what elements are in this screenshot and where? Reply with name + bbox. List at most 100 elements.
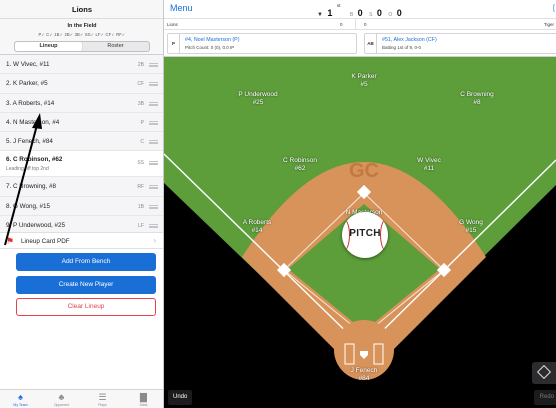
leadoff-note: Leading off top 2nd bbox=[6, 166, 49, 173]
fielder-number: #84 bbox=[358, 375, 370, 382]
undo-button[interactable]: Undo bbox=[168, 390, 193, 405]
fielder-c[interactable]: J Fenech #84 bbox=[329, 367, 399, 383]
scoreboard-strip: Lions 0 0 Tiger bbox=[164, 19, 556, 30]
fielder-number: #15 bbox=[465, 227, 477, 234]
player-name: 4. N Masterson, #4 bbox=[6, 118, 60, 126]
jersey-filled-icon: ♣ bbox=[58, 392, 65, 402]
lineup-row[interactable]: 5. J Fenech, #84 C bbox=[0, 132, 163, 152]
fielder-1b[interactable]: G Wong #15 bbox=[436, 219, 506, 235]
at-bat-tag: AB bbox=[365, 34, 377, 53]
reorder-handle-icon[interactable] bbox=[149, 82, 158, 87]
away-team-score: 0 bbox=[364, 22, 367, 27]
fielder-name: G Wong bbox=[459, 219, 483, 226]
fielder-name: J Fenech bbox=[350, 367, 378, 374]
reorder-handle-icon[interactable] bbox=[149, 140, 158, 145]
position-status-row: P✓ C✓ 1B✓ 2B✓ 3B✓ SS✓ LF✓ CF✓ RF✓ bbox=[38, 32, 126, 37]
tab-label: Opponent bbox=[53, 403, 70, 407]
tab-opponent[interactable]: ♣ Opponent bbox=[41, 390, 82, 408]
fielder-cf[interactable]: K Parker #5 bbox=[329, 73, 399, 89]
player-position: RF bbox=[137, 184, 144, 191]
add-from-bench-button[interactable]: Add From Bench bbox=[16, 253, 156, 271]
fielder-2b[interactable]: W Vivec #11 bbox=[394, 157, 464, 173]
inning-half-arrow-icon: ▼ bbox=[317, 12, 323, 18]
game-top-bar: Menu ▼ 1 st B 0 S 0 O 0 [ bbox=[164, 0, 556, 19]
pitch-button[interactable]: PITCH bbox=[342, 212, 388, 258]
tab-lineup[interactable]: Lineup bbox=[15, 42, 82, 51]
batter-card[interactable]: AB #51, Alex Jackson (CF) Batting 1st of… bbox=[364, 33, 556, 54]
create-new-player-button[interactable]: Create New Player bbox=[16, 276, 156, 294]
reorder-handle-icon[interactable] bbox=[149, 161, 158, 166]
fielder-name: K Parker bbox=[351, 73, 377, 80]
inning-number: 1 bbox=[327, 8, 333, 18]
lineup-row[interactable]: 7. C Browning, #8 RF bbox=[0, 177, 163, 197]
player-name: 8. G Wong, #15 bbox=[6, 202, 50, 210]
player-position: C bbox=[140, 139, 144, 146]
fielder-ss[interactable]: C Robinson #62 bbox=[265, 157, 335, 173]
player-name: 5. J Fenech, #84 bbox=[6, 138, 53, 146]
tab-my-team[interactable]: ♠ My Team bbox=[0, 390, 41, 408]
batter-name: #51, Alex Jackson (CF) bbox=[382, 37, 437, 43]
outs-value: 0 bbox=[396, 8, 402, 18]
player-position: LF bbox=[138, 223, 144, 230]
reorder-handle-icon[interactable] bbox=[149, 101, 158, 106]
count-label: O bbox=[388, 12, 393, 18]
inning-count-display: ▼ 1 st B 0 S 0 O 0 bbox=[317, 3, 402, 18]
fielder-name: C Browning bbox=[460, 91, 494, 98]
pitch-label: PITCH bbox=[349, 228, 381, 239]
field-view-toggle-button[interactable] bbox=[532, 362, 556, 384]
clear-lineup-button[interactable]: Clear Lineup bbox=[16, 298, 156, 316]
lineup-panel: Lions In the Field P✓ C✓ 1B✓ 2B✓ 3B✓ SS✓… bbox=[0, 0, 164, 408]
reorder-handle-icon[interactable] bbox=[149, 224, 158, 229]
pitcher-tag: P bbox=[168, 34, 180, 53]
player-position: CF bbox=[137, 81, 144, 88]
share-icon[interactable]: [ bbox=[553, 5, 555, 12]
player-name: 6. C Robinson, #62 bbox=[6, 156, 63, 164]
player-position: 1B bbox=[137, 203, 144, 210]
reorder-handle-icon[interactable] bbox=[149, 204, 158, 209]
inning-suffix: st bbox=[336, 3, 341, 8]
tab-stats[interactable]: ▇ Stats bbox=[123, 390, 163, 408]
bar-chart-icon: ▇ bbox=[140, 392, 147, 402]
score-divider bbox=[355, 19, 356, 30]
count-label: B bbox=[349, 12, 354, 18]
reorder-handle-icon[interactable] bbox=[149, 185, 158, 190]
reorder-handle-icon[interactable] bbox=[149, 120, 158, 125]
team-title: Lions bbox=[0, 0, 163, 19]
menu-button[interactable]: Menu bbox=[170, 3, 193, 13]
home-team-name: Lions bbox=[167, 22, 178, 27]
bottom-tab-bar: ♠ My Team ♣ Opponent ☰ Plays ▇ Stats bbox=[0, 389, 163, 408]
fielder-number: #62 bbox=[294, 165, 306, 172]
pdf-label: Lineup Card PDF bbox=[21, 238, 70, 245]
fielder-number: #5 bbox=[360, 81, 368, 88]
field-logo: GC bbox=[349, 160, 379, 182]
in-field-title: In the Field bbox=[67, 23, 97, 29]
fielder-name: P Underwood bbox=[238, 91, 278, 98]
reorder-handle-icon[interactable] bbox=[149, 63, 158, 67]
lineup-card-pdf-row[interactable]: ⚑ Lineup Card PDF › bbox=[0, 232, 163, 249]
fielder-rf[interactable]: C Browning #8 bbox=[442, 91, 512, 107]
lineup-row[interactable]: 3. A Roberts, #14 3B bbox=[0, 93, 163, 113]
tab-plays[interactable]: ☰ Plays bbox=[82, 390, 123, 408]
batting-lineup-list: 1. W Vivec, #11 2B 2. K Parker, #5 CF 3.… bbox=[0, 55, 163, 236]
diamond-icon bbox=[536, 364, 552, 380]
lineup-row-current-batter[interactable]: 6. C Robinson, #62 Leading off top 2nd S… bbox=[0, 151, 163, 178]
batting-order-info: Batting 1st of 9, 0-0 bbox=[382, 45, 422, 50]
pitcher-card[interactable]: P #4, Noel Masterson (P) Pitch Count: 0 … bbox=[167, 33, 357, 54]
fielder-number: #11 bbox=[423, 165, 435, 172]
lineup-row[interactable]: 4. N Masterson, #4 P bbox=[0, 112, 163, 133]
lineup-row[interactable]: 8. G Wong, #15 1B bbox=[0, 196, 163, 217]
jersey-outline-icon: ♠ bbox=[18, 392, 23, 402]
lineup-roster-toggle: Lineup Roster bbox=[14, 41, 150, 52]
lineup-row[interactable]: 2. K Parker, #5 CF bbox=[0, 74, 163, 94]
player-name: 2. K Parker, #5 bbox=[6, 80, 48, 88]
fielder-name: W Vivec bbox=[417, 157, 441, 164]
fielder-3b[interactable]: A Roberts #14 bbox=[222, 219, 292, 235]
fielder-lf[interactable]: P Underwood #25 bbox=[223, 91, 293, 107]
app-window: Lions In the Field P✓ C✓ 1B✓ 2B✓ 3B✓ SS✓… bbox=[0, 0, 556, 408]
fielder-number: #14 bbox=[251, 227, 263, 234]
player-name: 3. A Roberts, #14 bbox=[6, 99, 55, 107]
tab-roster[interactable]: Roster bbox=[82, 42, 149, 51]
lineup-row[interactable]: 1. W Vivec, #11 2B bbox=[0, 55, 163, 75]
redo-button[interactable]: Redo bbox=[533, 390, 556, 405]
tab-label: My Team bbox=[13, 403, 28, 407]
